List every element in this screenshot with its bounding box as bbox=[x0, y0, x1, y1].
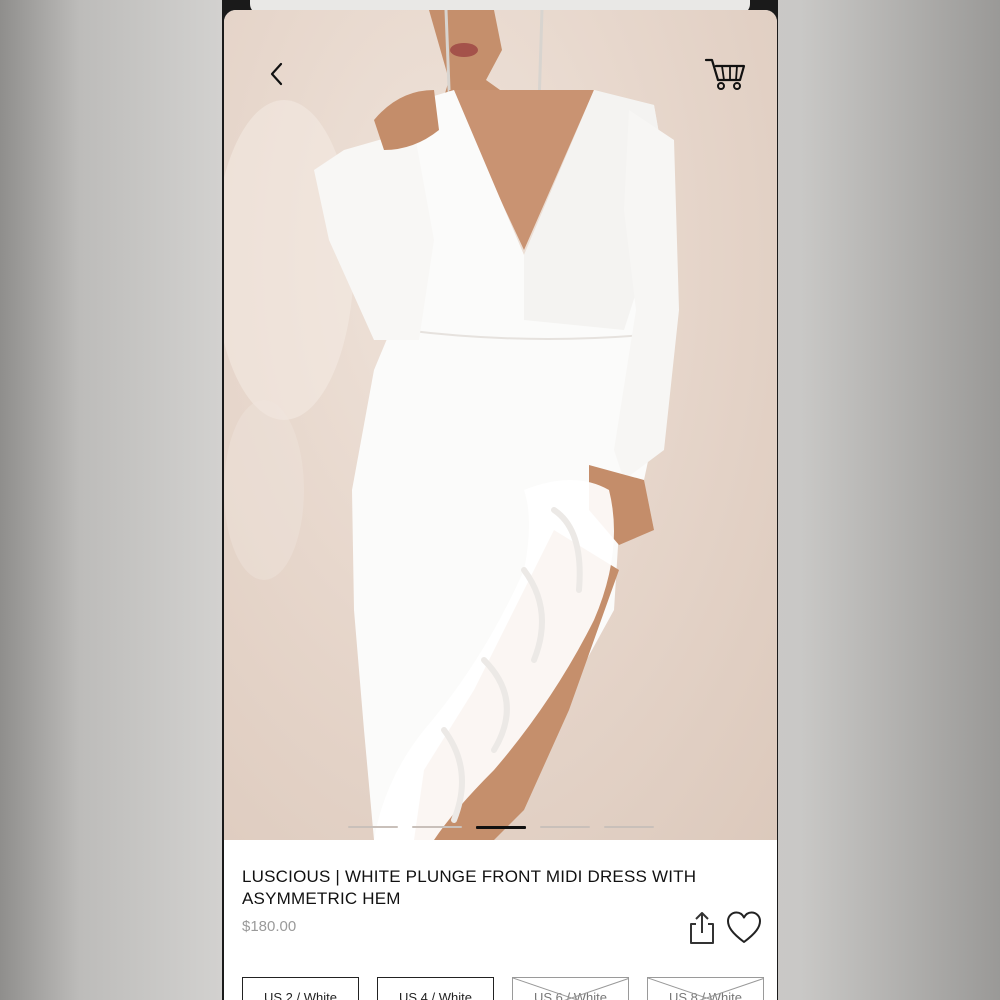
carousel-indicator[interactable] bbox=[348, 826, 654, 829]
size-option[interactable]: US 2 / White bbox=[242, 977, 359, 1000]
size-option-unavailable[interactable]: US 6 / White bbox=[512, 977, 629, 1000]
size-option[interactable]: US 4 / White bbox=[377, 977, 494, 1000]
carousel-dot-active[interactable] bbox=[476, 826, 526, 829]
unavailable-cross-icon bbox=[513, 978, 628, 1000]
product-image-carousel[interactable] bbox=[224, 10, 777, 840]
chevron-left-icon bbox=[270, 62, 283, 86]
product-price: $180.00 bbox=[242, 918, 297, 935]
cart-button[interactable] bbox=[702, 54, 750, 94]
share-icon bbox=[690, 912, 714, 944]
carousel-dot[interactable] bbox=[604, 826, 654, 828]
product-title: LUSCIOUS | WHITE PLUNGE FRONT MIDI DRESS… bbox=[242, 867, 697, 908]
size-option-unavailable[interactable]: US 8 / White bbox=[647, 977, 764, 1000]
wishlist-button[interactable] bbox=[726, 910, 762, 946]
carousel-dot[interactable] bbox=[348, 826, 398, 828]
heart-icon bbox=[727, 911, 761, 943]
unavailable-cross-icon bbox=[648, 978, 763, 1000]
shopping-cart-icon bbox=[704, 58, 746, 90]
product-screen: LUSCIOUS | WHITE PLUNGE FRONT MIDI DRESS… bbox=[224, 10, 777, 1000]
size-option-label: US 4 / White bbox=[399, 990, 472, 1000]
size-option-label: US 2 / White bbox=[264, 990, 337, 1000]
carousel-dot[interactable] bbox=[540, 826, 590, 828]
size-selector: US 2 / White US 4 / White US 6 / White U… bbox=[242, 977, 764, 1000]
product-photo bbox=[224, 10, 679, 840]
share-button[interactable] bbox=[686, 910, 718, 946]
back-button[interactable] bbox=[262, 60, 290, 88]
carousel-dot[interactable] bbox=[412, 826, 462, 828]
